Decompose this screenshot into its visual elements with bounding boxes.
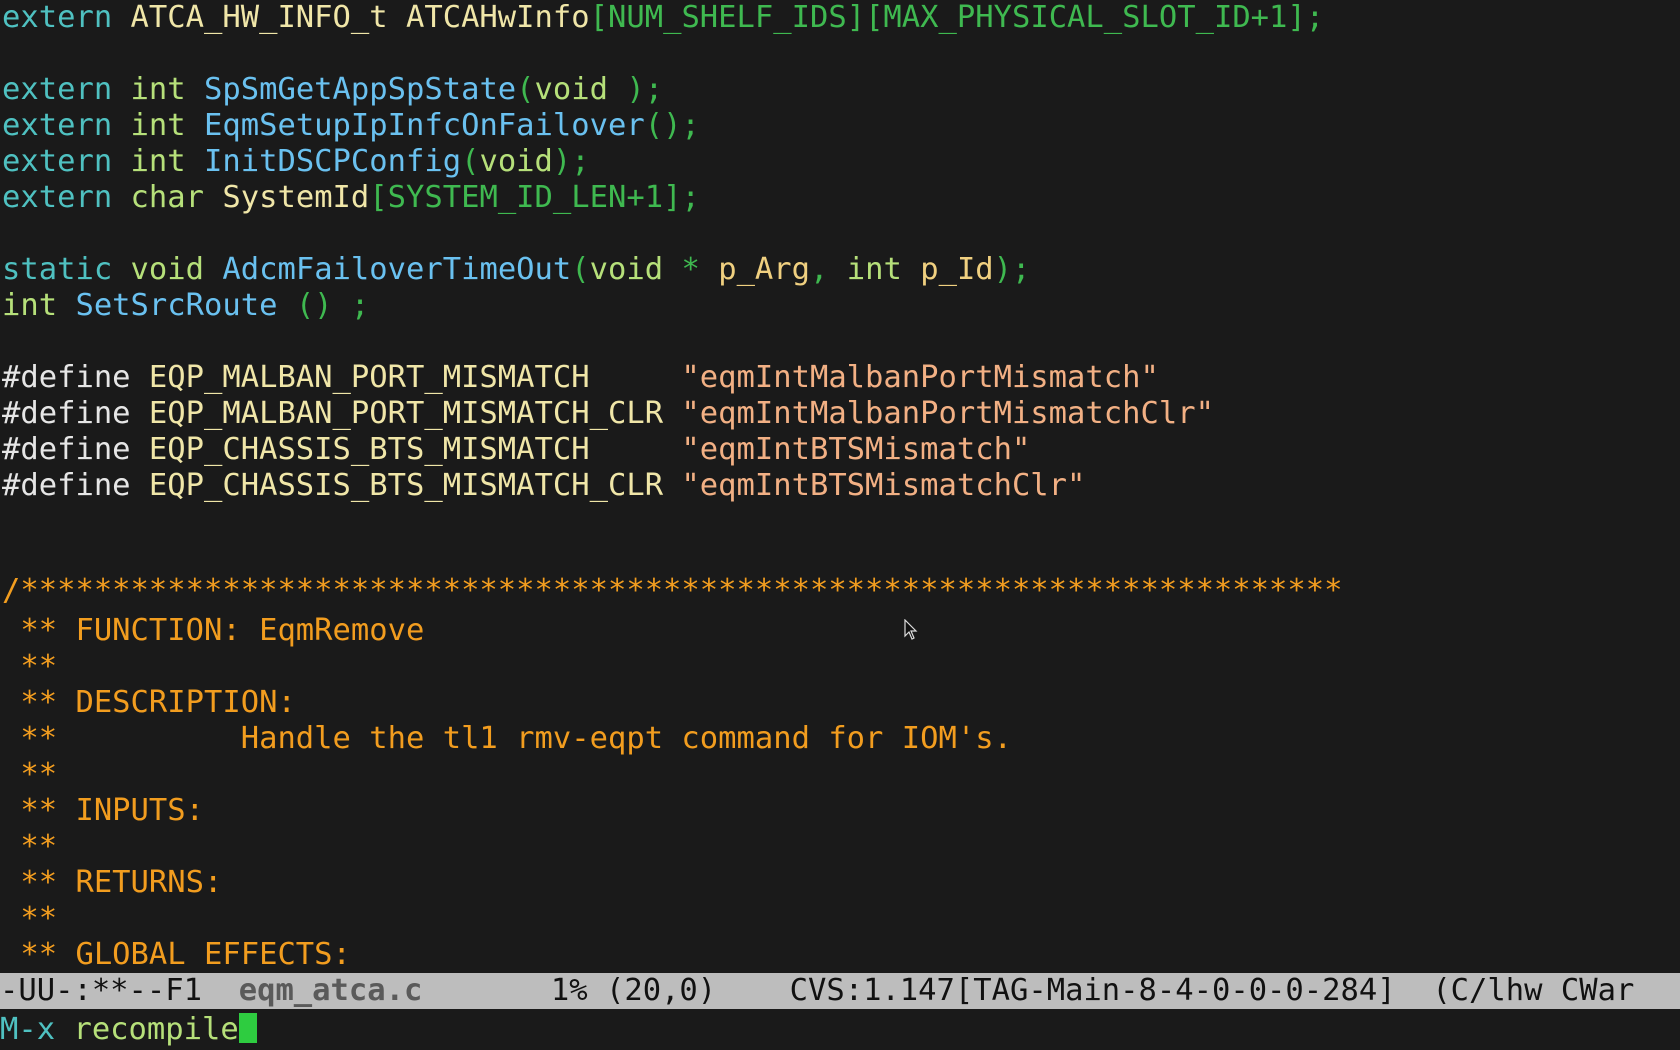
code-token: **: [2, 757, 58, 792]
code-token: "eqmIntBTSMismatch": [681, 432, 1031, 467]
code-token: ();: [644, 108, 700, 143]
code-line: int SetSrcRoute () ;: [2, 288, 369, 324]
editor-buffer[interactable]: extern ATCA_HW_INFO_t ATCAHwInfo[NUM_SHE…: [0, 0, 1680, 970]
code-token: EQP_CHASSIS_BTS_MISMATCH: [148, 432, 682, 467]
code-line: ** INPUTS:: [2, 793, 204, 829]
code-line: ** RETURNS:: [2, 865, 222, 901]
code-token: (: [461, 144, 480, 179]
code-token: p_Id: [920, 252, 994, 287]
code-line: **: [2, 901, 57, 937]
code-token: "eqmIntMalbanPortMismatch": [681, 360, 1159, 395]
code-token: [NUM_SHELF_IDS][MAX_PHYSICAL_SLOT_ID+1];: [589, 0, 1325, 35]
mode-line-status: -UU-:**--F1: [0, 973, 239, 1008]
code-line: #define EQP_CHASSIS_BTS_MISMATCH "eqmInt…: [2, 432, 1030, 468]
code-token: SpSmGetAppSpState: [204, 72, 517, 107]
code-token: EqmSetupIpInfcOnFailover: [204, 108, 645, 143]
code-token: "eqmIntBTSMismatchClr": [681, 468, 1086, 503]
code-line: **: [2, 829, 57, 865]
code-token: );: [993, 252, 1031, 287]
minibuffer-prompt: M-x: [0, 1012, 74, 1047]
code-line: /***************************************…: [2, 573, 1342, 609]
code-token: InitDSCPConfig: [204, 144, 462, 179]
code-token: char: [130, 180, 223, 215]
code-token: ATCA_HW_INFO_t ATCAHwInfo: [130, 0, 590, 35]
code-line: extern ATCA_HW_INFO_t ATCAHwInfo[NUM_SHE…: [2, 0, 1324, 36]
code-token: ,: [810, 252, 847, 287]
code-token: ** INPUTS:: [2, 793, 204, 828]
mode-line-position: 1% (20,0): [422, 973, 790, 1008]
code-token: #define: [2, 468, 149, 503]
code-token: #define: [2, 396, 149, 431]
code-token: EQP_CHASSIS_BTS_MISMATCH_CLR: [148, 468, 682, 503]
code-line: ** GLOBAL EFFECTS:: [2, 937, 351, 970]
code-token: p_Arg: [718, 252, 811, 287]
code-token: [SYSTEM_ID_LEN+1];: [369, 180, 700, 215]
code-token: int: [130, 144, 204, 179]
code-line: **: [2, 757, 57, 793]
code-token: extern: [2, 0, 131, 35]
code-line: ** DESCRIPTION:: [2, 685, 296, 721]
code-token: EQP_MALBAN_PORT_MISMATCH_CLR: [148, 396, 682, 431]
code-token: void: [589, 252, 682, 287]
minibuffer-input[interactable]: recompile: [73, 1012, 238, 1047]
code-line: extern int EqmSetupIpInfcOnFailover();: [2, 108, 700, 144]
code-token: "eqmIntMalbanPortMismatchClr": [681, 396, 1214, 431]
code-line: #define EQP_MALBAN_PORT_MISMATCH_CLR "eq…: [2, 396, 1214, 432]
code-token: int: [130, 108, 204, 143]
code-token: ** GLOBAL EFFECTS:: [2, 937, 351, 970]
buffer-name[interactable]: eqm_atca.c: [239, 973, 423, 1008]
code-token: **: [2, 829, 58, 864]
code-token: /***************************************…: [2, 573, 1343, 608]
code-token: EQP_MALBAN_PORT_MISMATCH: [148, 360, 682, 395]
code-token: ** RETURNS:: [2, 865, 223, 900]
code-token: void: [479, 144, 553, 179]
code-token: extern: [2, 72, 131, 107]
minibuffer[interactable]: M-x recompile: [0, 1012, 1680, 1048]
code-token: extern: [2, 144, 131, 179]
code-token: int: [130, 72, 204, 107]
code-line: static void AdcmFailoverTimeOut(void * p…: [2, 252, 1030, 288]
major-mode[interactable]: (C/lhw CWar: [1396, 973, 1634, 1008]
code-line: ** Handle the tl1 rmv-eqpt command for I…: [2, 721, 1012, 757]
code-line: **: [2, 649, 57, 685]
code-token: void: [130, 252, 223, 287]
code-token: void: [534, 72, 627, 107]
code-token: #define: [2, 360, 149, 395]
code-token: #define: [2, 432, 149, 467]
code-token: SetSrcRoute: [75, 288, 296, 323]
code-line: extern char SystemId[SYSTEM_ID_LEN+1];: [2, 180, 700, 216]
code-token: (: [516, 72, 535, 107]
text-cursor: [238, 1013, 257, 1043]
code-token: ** Handle the tl1 rmv-eqpt command for I…: [2, 721, 1012, 756]
code-line: extern int SpSmGetAppSpState(void );: [2, 72, 663, 108]
vc-status[interactable]: CVS:1.147[TAG-Main-8-4-0-0-0-284]: [790, 973, 1396, 1008]
code-token: **: [2, 649, 58, 684]
code-token: );: [626, 72, 664, 107]
code-token: extern: [2, 180, 131, 215]
code-token: ** DESCRIPTION:: [2, 685, 296, 720]
code-token: extern: [2, 108, 131, 143]
code-token: int: [2, 288, 76, 323]
code-line: ** FUNCTION: EqmRemove: [2, 613, 424, 649]
code-token: ** FUNCTION: EqmRemove: [2, 613, 425, 648]
code-token: *: [681, 252, 719, 287]
code-token: );: [552, 144, 590, 179]
code-token: static: [2, 252, 131, 287]
code-token: int: [846, 252, 921, 287]
code-line: extern int InitDSCPConfig(void);: [2, 144, 590, 180]
code-token: (: [571, 252, 590, 287]
code-line: #define EQP_MALBAN_PORT_MISMATCH "eqmInt…: [2, 360, 1159, 396]
mode-line[interactable]: -UU-:**--F1 eqm_atca.c 1% (20,0) CVS:1.1…: [0, 973, 1680, 1009]
code-token: **: [2, 901, 58, 936]
code-line: #define EQP_CHASSIS_BTS_MISMATCH_CLR "eq…: [2, 468, 1085, 504]
code-token: AdcmFailoverTimeOut: [222, 252, 572, 287]
code-token: () ;: [295, 288, 370, 323]
code-token: SystemId: [222, 180, 370, 215]
